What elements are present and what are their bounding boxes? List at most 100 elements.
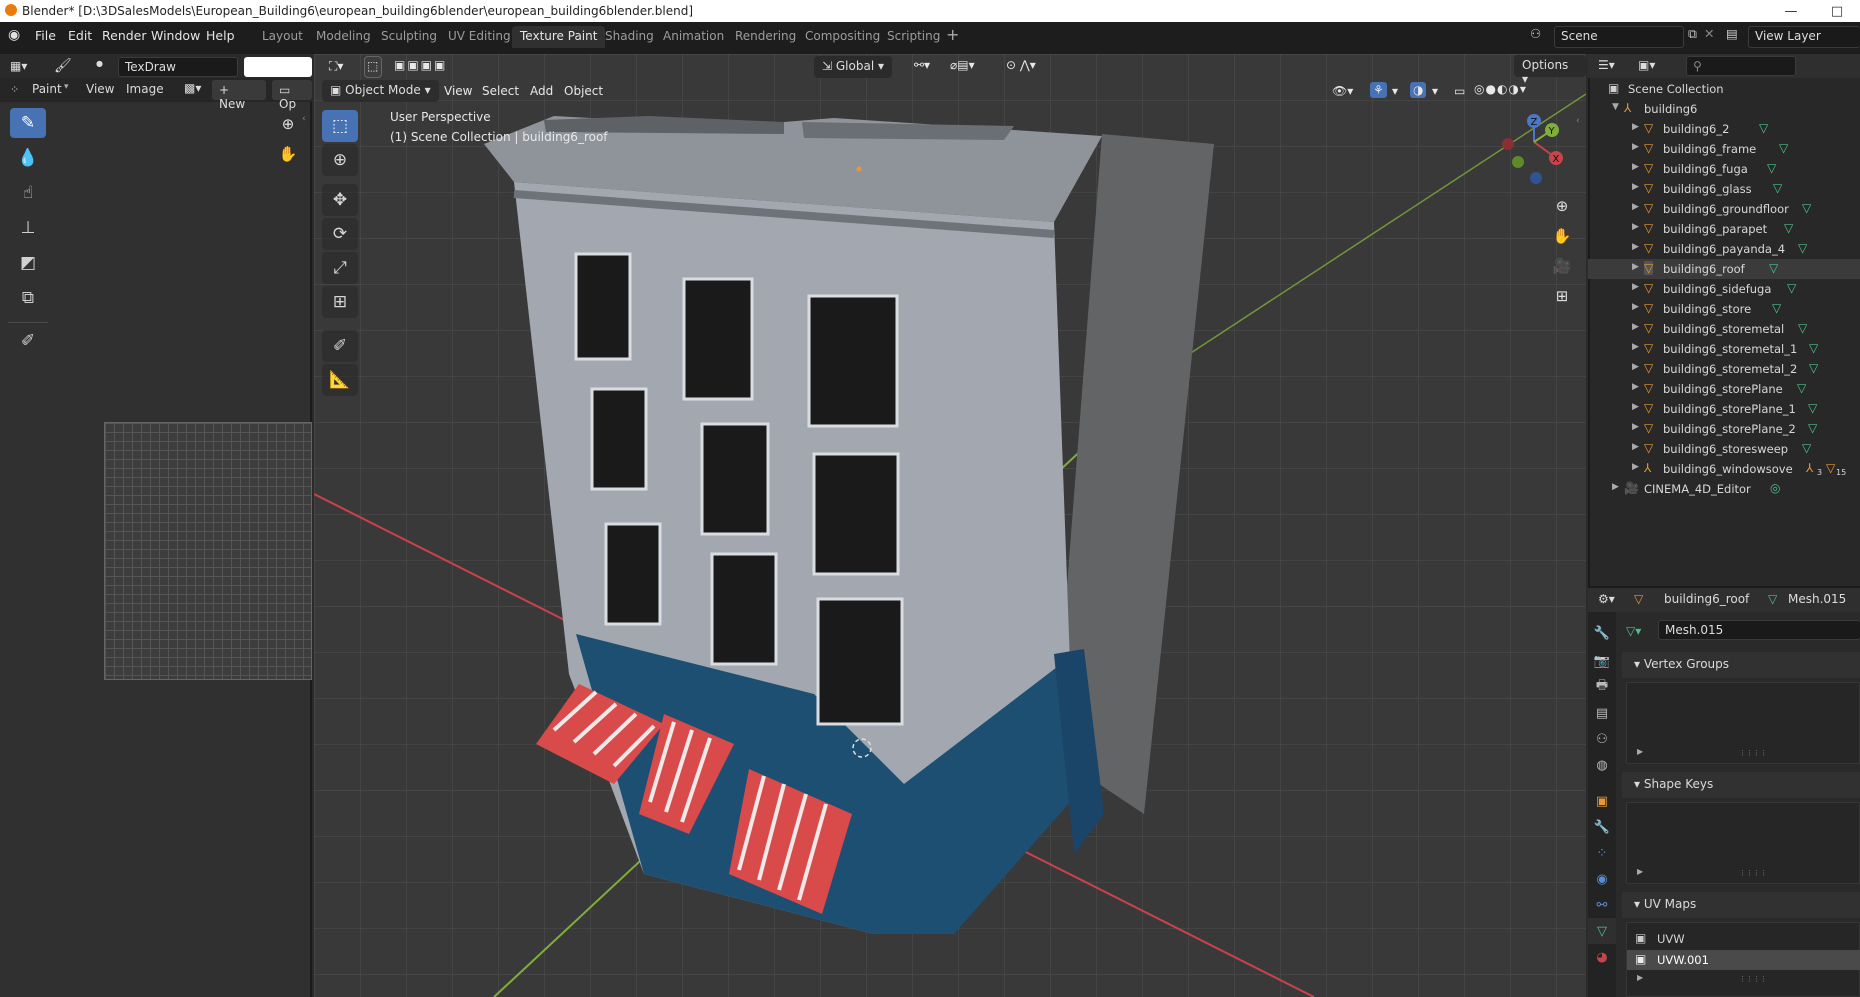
mesh-data-icon[interactable]: ▽	[1798, 241, 1807, 255]
outliner-item[interactable]: ▶ ▽ building6_storePlane ▽	[1588, 379, 1860, 399]
render-tab-icon[interactable]: 📷	[1588, 648, 1616, 674]
viewport-pan-icon[interactable]: ✋	[1548, 222, 1576, 250]
tool-tab-icon[interactable]: 🔧	[1588, 620, 1616, 646]
list-expand-icon[interactable]: ▶	[1637, 747, 1643, 756]
uv-maps-panel-header[interactable]: ▾ UV Maps	[1622, 892, 1860, 918]
add-workspace-icon[interactable]: +	[946, 25, 959, 44]
sidebar-toggle-icon[interactable]: ‹	[302, 114, 306, 124]
select-box-icon[interactable]: ⬚	[364, 56, 382, 78]
expand-triangle-icon[interactable]: ▶	[1632, 122, 1639, 132]
children-object-icon[interactable]: ▽	[1826, 461, 1835, 475]
list-resize-handle[interactable]: ⋮⋮⋮⋮	[1739, 975, 1767, 983]
scene-icon[interactable]: ⚇	[1530, 26, 1541, 41]
brush-icon[interactable]: 🖌	[54, 58, 72, 74]
view-layer-field[interactable]: View Layer	[1748, 26, 1860, 48]
snap-icon[interactable]: ⌀▤▾	[950, 58, 975, 72]
menu-render[interactable]: Render	[102, 28, 147, 43]
scene-tab-icon[interactable]: ⚇	[1588, 726, 1616, 752]
expand-triangle-icon[interactable]: ▶	[1632, 142, 1639, 152]
mesh-data-icon[interactable]: ▽	[1787, 281, 1796, 295]
outliner-item[interactable]: ▶ ▽ building6_fuga ▽	[1588, 159, 1860, 179]
move-tool-icon[interactable]: ✥	[322, 184, 358, 216]
tab-uv-editing[interactable]: UV Editing	[440, 26, 519, 48]
menu-help[interactable]: Help	[206, 28, 235, 43]
outliner-item[interactable]: ▶ ▽ building6_frame ▽	[1588, 139, 1860, 159]
select-tool-button[interactable]: ⬚	[322, 110, 358, 142]
pan-hand-icon[interactable]: ✋	[274, 140, 302, 168]
viewport-menu-add[interactable]: Add	[530, 84, 553, 98]
mask-tool-icon[interactable]: ⧉	[10, 283, 46, 313]
mesh-data-icon[interactable]: ▽	[1798, 321, 1807, 335]
expand-triangle-icon[interactable]: ▶	[1632, 422, 1639, 432]
physics-tab-icon[interactable]: ◉	[1588, 866, 1616, 892]
outliner-building6[interactable]: ▼ ⅄ building6	[1588, 99, 1860, 119]
smear-tool-icon[interactable]: ☝	[10, 178, 46, 208]
mesh-data-icon[interactable]: ▽	[1779, 141, 1788, 155]
menu-window[interactable]: Window	[151, 28, 200, 43]
mesh-name-field[interactable]: Mesh.015	[1658, 620, 1860, 640]
world-tab-icon[interactable]: ◍	[1588, 752, 1616, 778]
list-expand-icon[interactable]: ▶	[1637, 867, 1643, 876]
constraints-tab-icon[interactable]: ⚯	[1588, 892, 1616, 918]
expand-triangle-icon[interactable]: ▶	[1632, 342, 1639, 352]
soften-tool-icon[interactable]: 💧	[10, 143, 46, 173]
mesh-browse-icon[interactable]: ▽▾	[1626, 624, 1641, 638]
expand-triangle-icon[interactable]: ▶	[1632, 222, 1639, 232]
measure-tool-icon[interactable]: 📐	[322, 364, 358, 396]
outliner-item-selected[interactable]: ▶ ▽ building6_roof ▽	[1588, 259, 1860, 279]
outliner-item[interactable]: ▶ ▽ building6_storemetal ▽	[1588, 319, 1860, 339]
maximize-button[interactable]: □	[1814, 0, 1860, 22]
pivot-icon[interactable]: ⚯▾	[914, 58, 930, 72]
fill-tool-icon[interactable]: ◩	[10, 248, 46, 278]
delete-scene-icon[interactable]: ✕	[1704, 26, 1714, 41]
expand-triangle-icon[interactable]: ▼	[1612, 102, 1619, 112]
particles-tab-icon[interactable]: ⁘	[1588, 840, 1616, 866]
mesh-data-icon[interactable]: ▽	[1767, 161, 1776, 175]
shape-keys-list[interactable]: ▶ ⋮⋮⋮⋮	[1626, 802, 1860, 884]
mesh-data-icon[interactable]: ▽	[1772, 301, 1781, 315]
tab-shading[interactable]: Shading	[597, 26, 662, 48]
expand-triangle-icon[interactable]: ▶	[1632, 182, 1639, 192]
new-image-button[interactable]: + New	[212, 80, 266, 111]
paint-mode-menu[interactable]: Paint	[32, 82, 62, 96]
tab-texture-paint[interactable]: Texture Paint	[512, 26, 606, 48]
overlay-toggle-icon[interactable]: ◑	[1410, 82, 1427, 98]
outliner-item[interactable]: ▶ ▽ building6_storemetal_2 ▽	[1588, 359, 1860, 379]
expand-triangle-icon[interactable]: ▶	[1632, 362, 1639, 372]
mesh-data-icon[interactable]: ▽	[1802, 441, 1811, 455]
outliner-editor-type-icon[interactable]: ☰▾	[1598, 58, 1615, 72]
outliner-item[interactable]: ▶ ▽ building6_sidefuga ▽	[1588, 279, 1860, 299]
expand-triangle-icon[interactable]: ▶	[1632, 442, 1639, 452]
vertex-groups-list[interactable]: ▶ ⋮⋮⋮⋮	[1626, 682, 1860, 764]
list-expand-icon[interactable]: ▶	[1637, 973, 1643, 982]
scene-field[interactable]: Scene	[1554, 26, 1684, 48]
properties-editor-type-icon[interactable]: ⚙▾	[1598, 592, 1615, 606]
ortho-toggle-icon[interactable]: ⊞	[1548, 282, 1576, 310]
annotate-tool-icon[interactable]: ✐	[10, 326, 46, 356]
uv-map-row[interactable]: ▣ UVW	[1627, 929, 1860, 949]
viewport-zoom-icon[interactable]: ⊕	[1548, 192, 1576, 220]
image-browse-icon[interactable]: ▩▾	[184, 81, 201, 95]
material-tab-icon[interactable]: ◕	[1588, 944, 1616, 970]
mesh-data-icon[interactable]: ▽	[1808, 401, 1817, 415]
uv-maps-list[interactable]: ▣ UVW ▣ UVW.001 ▶ ⋮⋮⋮⋮	[1626, 922, 1860, 997]
gizmo-dropdown-icon[interactable]: ▾	[1392, 84, 1398, 98]
mesh-data-icon[interactable]: ▽	[1797, 381, 1806, 395]
mesh-data-icon[interactable]: ▽	[1773, 181, 1782, 195]
mesh-data-icon[interactable]: ▽	[1759, 121, 1768, 135]
outliner-item[interactable]: ▶ ⅄ building6_windowsove ⅄ 3 ▽ 15	[1588, 459, 1860, 479]
modifiers-tab-icon[interactable]: 🔧	[1588, 814, 1616, 840]
outliner-item[interactable]: ▶ ▽ building6_storesweep ▽	[1588, 439, 1860, 459]
outliner-item[interactable]: ▶ ▽ building6_payanda_4 ▽	[1588, 239, 1860, 259]
camera-data-icon[interactable]: ◎	[1770, 481, 1780, 495]
object-tab-icon[interactable]: ▣	[1588, 788, 1616, 814]
transform-tool-icon[interactable]: ⊞	[322, 286, 358, 318]
brush-name-field[interactable]: TexDraw	[118, 57, 238, 77]
3d-viewport[interactable]	[314, 54, 1586, 997]
camera-view-icon[interactable]: 🎥	[1548, 252, 1576, 280]
outliner-scene-collection[interactable]: ▣ Scene Collection	[1588, 79, 1860, 99]
tab-layout[interactable]: Layout	[254, 26, 311, 48]
new-scene-icon[interactable]: ⧉	[1688, 26, 1697, 42]
tab-modeling[interactable]: Modeling	[308, 26, 379, 48]
rotate-tool-icon[interactable]: ⟳	[322, 218, 358, 250]
